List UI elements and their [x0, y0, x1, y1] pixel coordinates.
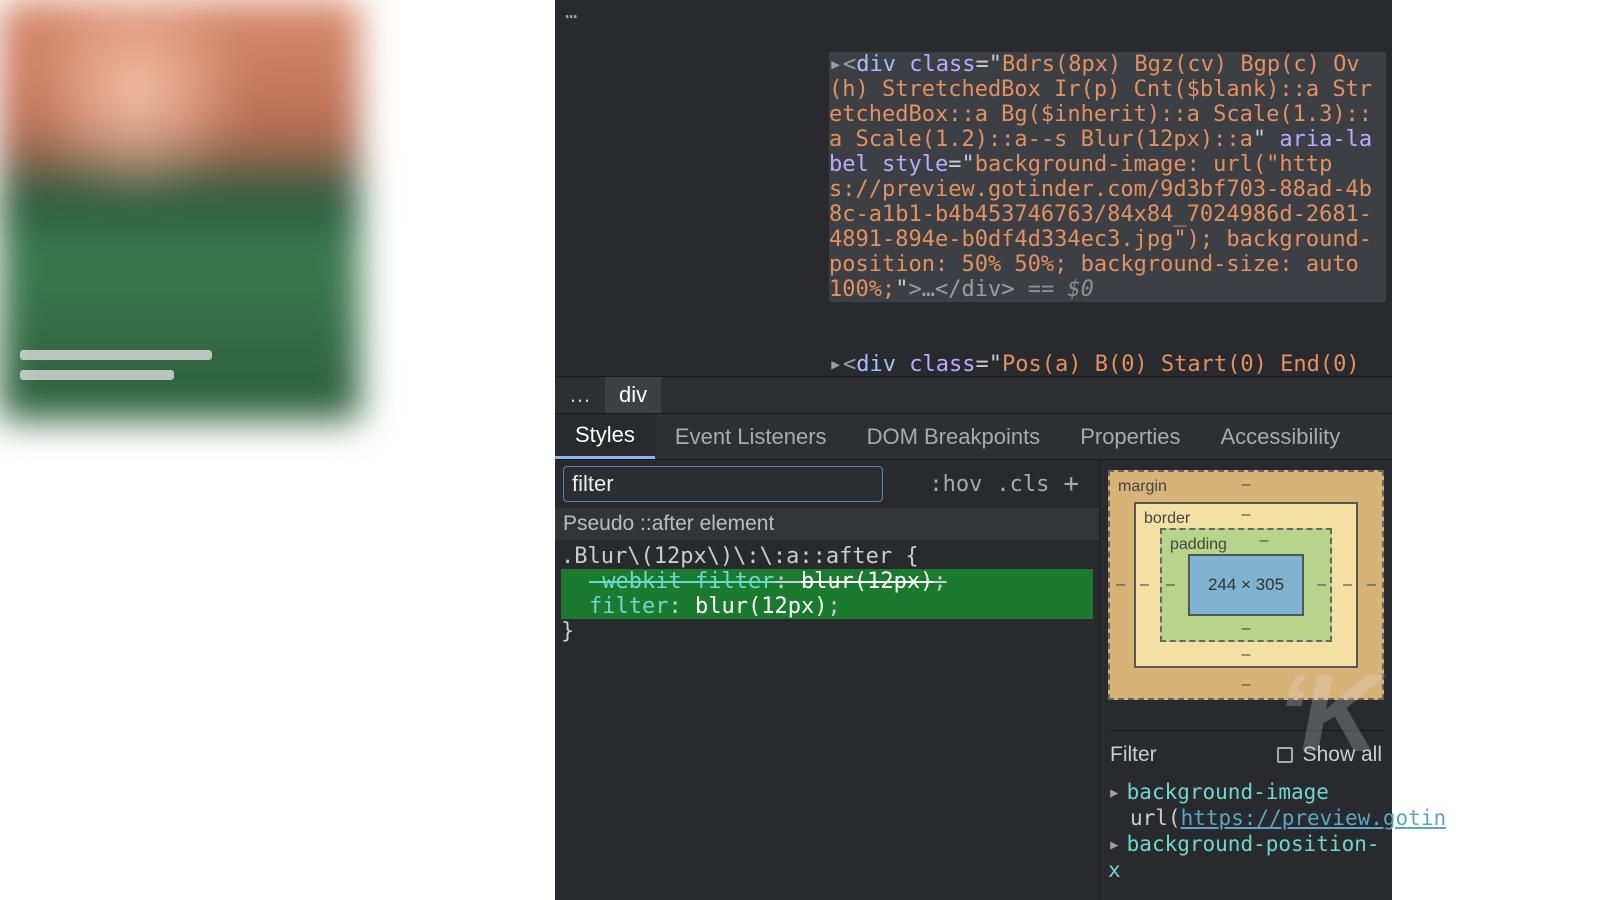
expand-icon[interactable]: ▸	[829, 52, 843, 77]
hov-toggle[interactable]: :hov	[929, 472, 982, 497]
border-label: border	[1144, 510, 1190, 528]
box-model[interactable]: margin – – – – border – – – – padding – …	[1108, 470, 1384, 700]
computed-row[interactable]: ▸background-position-x	[1108, 831, 1384, 883]
cls-toggle[interactable]: .cls	[996, 472, 1049, 497]
computed-row[interactable]: ▸background-image	[1108, 779, 1384, 805]
css-rule[interactable]: .Blur\(12px\)\:\:a::after { -webkit-filt…	[555, 544, 1099, 652]
showall-label: Show all	[1303, 743, 1382, 767]
styles-tabs: Styles Event Listeners DOM Breakpoints P…	[555, 414, 1392, 460]
css-value[interactable]: blur(12px)	[695, 594, 827, 619]
breadcrumb-more[interactable]: …	[555, 377, 605, 413]
devtools-panel: ⋯ ▸<div class="Bdrs(8px) Bgz(cv) Bgp(c) …	[555, 0, 1392, 900]
computed-section: Filter Show all ▸background-image url(ht…	[1108, 730, 1384, 883]
css-value[interactable]: blur(12px)	[801, 569, 933, 594]
tab-dom-breakpoints[interactable]: DOM Breakpoints	[847, 414, 1061, 459]
rule-section-header: Pseudo ::after element	[555, 508, 1099, 540]
tab-event-listeners[interactable]: Event Listeners	[655, 414, 847, 459]
elements-panel[interactable]: ⋯ ▸<div class="Bdrs(8px) Bgz(cv) Bgp(c) …	[555, 0, 1392, 376]
content-size: 244 × 305	[1188, 554, 1304, 616]
expand-icon[interactable]: ▸	[829, 352, 843, 376]
css-brace: }	[561, 619, 1093, 644]
styles-pane: :hov .cls + Pseudo ::after element .Blur…	[555, 460, 1100, 900]
placeholder-bar	[20, 370, 174, 380]
new-style-rule-button[interactable]: +	[1063, 469, 1079, 499]
dom-node[interactable]: ▸<div class="Pos(a) B(0) Start(0) End(0)…	[829, 352, 1386, 376]
padding-label: padding	[1170, 536, 1227, 554]
breadcrumb[interactable]: … div	[555, 376, 1392, 414]
placeholder-bar	[20, 350, 212, 360]
dom-node-selected[interactable]: ▸<div class="Bdrs(8px) Bgz(cv) Bgp(c) Ov…	[829, 52, 1386, 302]
url-link[interactable]: https://preview.gotin	[1181, 806, 1447, 830]
computed-value[interactable]: url(https://preview.gotin	[1108, 805, 1384, 831]
styles-filter-input[interactable]	[563, 466, 883, 502]
css-property[interactable]: filter	[589, 594, 668, 619]
computed-filter-label: Filter	[1110, 743, 1157, 767]
showall-checkbox[interactable]	[1277, 747, 1293, 763]
tab-properties[interactable]: Properties	[1060, 414, 1200, 459]
box-model-pane: margin – – – – border – – – – padding – …	[1100, 460, 1392, 900]
more-icon[interactable]: ⋯	[565, 4, 579, 28]
css-property[interactable]: -webkit-filter	[589, 569, 774, 594]
tab-styles[interactable]: Styles	[555, 414, 655, 459]
css-selector[interactable]: .Blur\(12px\)\:\:a::after {	[561, 544, 1093, 569]
breadcrumb-item[interactable]: div	[605, 377, 661, 413]
tab-accessibility[interactable]: Accessibility	[1200, 414, 1360, 459]
margin-label: margin	[1118, 478, 1167, 496]
